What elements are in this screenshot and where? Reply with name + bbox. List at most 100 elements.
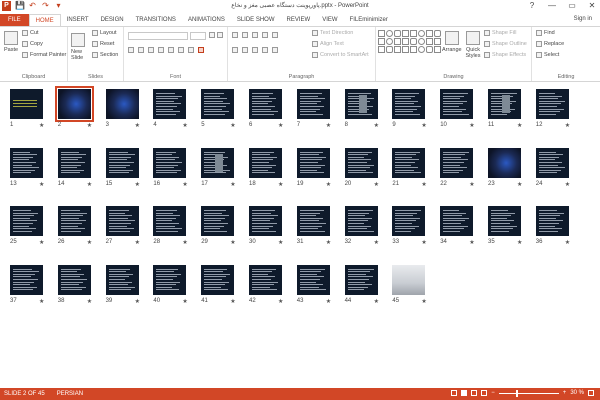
text-direction-button[interactable]: Text Direction: [312, 30, 353, 36]
slide-transition-icon[interactable]: ★: [374, 298, 379, 305]
zoom-slider-thumb[interactable]: [515, 389, 518, 397]
slide-transition-icon[interactable]: ★: [517, 239, 522, 246]
select-button[interactable]: Select: [536, 52, 559, 58]
slide-transition-icon[interactable]: ★: [87, 298, 92, 305]
shape-fill-button[interactable]: Shape Fill: [484, 30, 516, 36]
zoom-out-button[interactable]: −: [491, 390, 495, 396]
format-painter-button[interactable]: Format Painter: [22, 52, 66, 58]
slide-thumbnail[interactable]: 23 ★: [488, 147, 522, 188]
shape-outline-button[interactable]: Shape Outline: [484, 41, 527, 47]
slide-thumbnail[interactable]: 34 ★: [440, 206, 475, 246]
shape-option[interactable]: [386, 30, 393, 37]
slide-thumbnail[interactable]: 38 ★: [57, 264, 92, 305]
slide-transition-icon[interactable]: ★: [326, 122, 331, 129]
slide-transition-icon[interactable]: ★: [469, 239, 474, 246]
replace-button[interactable]: Replace: [536, 41, 564, 47]
slide-thumbnail[interactable]: 43 ★: [296, 264, 331, 305]
slide-thumbnail[interactable]: 16 ★: [153, 147, 188, 188]
shape-option[interactable]: [410, 46, 417, 53]
tab-file[interactable]: FILE: [0, 14, 29, 26]
slide-thumbnail[interactable]: 20 ★: [344, 147, 379, 188]
tab-fileminimizer[interactable]: FILEminimizer: [344, 14, 394, 26]
shape-option[interactable]: [418, 30, 425, 37]
align-right-icon[interactable]: [252, 47, 258, 53]
slide-thumbnail[interactable]: 10 ★: [440, 89, 475, 129]
slide-transition-icon[interactable]: ★: [135, 122, 140, 129]
font-name-combo[interactable]: [128, 32, 188, 40]
slide-thumbnail[interactable]: 6 ★: [249, 89, 283, 129]
slide-thumbnail[interactable]: 25 ★: [10, 206, 44, 246]
italic-icon[interactable]: [138, 47, 144, 53]
fit-slide-icon[interactable]: [588, 390, 594, 396]
slide-transition-icon[interactable]: ★: [421, 298, 426, 305]
tab-slide-show[interactable]: SLIDE SHOW: [231, 14, 281, 26]
slide-transition-icon[interactable]: ★: [374, 122, 379, 129]
slide-transition-icon[interactable]: ★: [326, 298, 331, 305]
slide-thumbnail[interactable]: 8 ★: [344, 89, 379, 129]
slide-transition-icon[interactable]: ★: [374, 181, 379, 188]
quick-styles-button[interactable]: Quick Styles: [464, 31, 482, 59]
font-color-icon[interactable]: [198, 47, 204, 53]
slide-transition-icon[interactable]: ★: [565, 122, 570, 129]
slide-transition-icon[interactable]: ★: [469, 181, 474, 188]
slide-transition-icon[interactable]: ★: [278, 239, 283, 246]
slide-transition-icon[interactable]: ★: [374, 239, 379, 246]
reading-view-icon[interactable]: [471, 390, 478, 396]
normal-view-icon[interactable]: [451, 390, 458, 396]
change-case-icon[interactable]: [188, 47, 194, 53]
slide-thumbnail[interactable]: 9 ★: [392, 89, 427, 129]
shape-option[interactable]: [410, 38, 417, 45]
shape-option[interactable]: [386, 46, 393, 53]
tab-insert[interactable]: INSERT: [61, 14, 95, 26]
slide-transition-icon[interactable]: ★: [87, 122, 92, 129]
slide-transition-icon[interactable]: ★: [517, 181, 522, 188]
slide-thumbnail[interactable]: 15 ★: [105, 147, 140, 188]
zoom-slider[interactable]: [498, 389, 559, 397]
tab-view[interactable]: VIEW: [316, 14, 343, 26]
strikethrough-icon[interactable]: [158, 47, 164, 53]
slide-transition-icon[interactable]: ★: [230, 298, 235, 305]
shape-option[interactable]: [418, 38, 425, 45]
slide-transition-icon[interactable]: ★: [326, 181, 331, 188]
slide-transition-icon[interactable]: ★: [87, 181, 92, 188]
slide-transition-icon[interactable]: ★: [278, 181, 283, 188]
grow-font-icon[interactable]: [209, 32, 215, 38]
shape-option[interactable]: [402, 38, 409, 45]
tab-design[interactable]: DESIGN: [95, 14, 130, 26]
arrange-button[interactable]: Arrange: [442, 31, 462, 53]
slide-thumbnail[interactable]: 5 ★: [201, 89, 236, 129]
slide-transition-icon[interactable]: ★: [469, 122, 474, 129]
slide-thumbnail[interactable]: 44 ★: [344, 264, 379, 305]
slide-thumbnail[interactable]: 35 ★: [488, 206, 522, 246]
align-center-icon[interactable]: [242, 47, 248, 53]
slide-transition-icon[interactable]: ★: [39, 298, 44, 305]
slide-sorter-view-icon[interactable]: [461, 390, 468, 396]
slide-thumbnail[interactable]: 41 ★: [201, 264, 236, 305]
slide-thumbnail[interactable]: 45 ★: [392, 264, 427, 305]
slide-thumbnail[interactable]: 26 ★: [57, 206, 92, 246]
align-left-icon[interactable]: [232, 47, 238, 53]
slide-transition-icon[interactable]: ★: [517, 122, 522, 129]
slide-thumbnail[interactable]: 18 ★: [249, 147, 283, 188]
shape-option[interactable]: [402, 30, 409, 37]
slide-thumbnail[interactable]: 17 ★: [201, 147, 236, 188]
shape-option[interactable]: [434, 46, 441, 53]
paste-button[interactable]: Paste: [4, 31, 18, 53]
tab-transitions[interactable]: TRANSITIONS: [130, 14, 182, 26]
shapes-gallery[interactable]: [378, 30, 441, 62]
sign-in-link[interactable]: Sign in: [574, 16, 592, 22]
tab-animations[interactable]: ANIMATIONS: [182, 14, 231, 26]
slide-thumbnail[interactable]: 33 ★: [392, 206, 427, 246]
shape-option[interactable]: [402, 46, 409, 53]
help-button[interactable]: ?: [526, 0, 538, 12]
slide-thumbnail[interactable]: 4 ★: [153, 89, 188, 129]
slide-thumbnail[interactable]: 14 ★: [57, 147, 92, 188]
slide-transition-icon[interactable]: ★: [565, 181, 570, 188]
spacing-icon[interactable]: [178, 47, 184, 53]
slide-thumbnail[interactable]: 27 ★: [105, 206, 140, 246]
slideshow-view-icon[interactable]: [481, 390, 488, 396]
slide-thumbnail[interactable]: 11 ★: [488, 89, 522, 129]
shape-option[interactable]: [378, 30, 385, 37]
slide-transition-icon[interactable]: ★: [87, 239, 92, 246]
find-button[interactable]: Find: [536, 30, 555, 36]
